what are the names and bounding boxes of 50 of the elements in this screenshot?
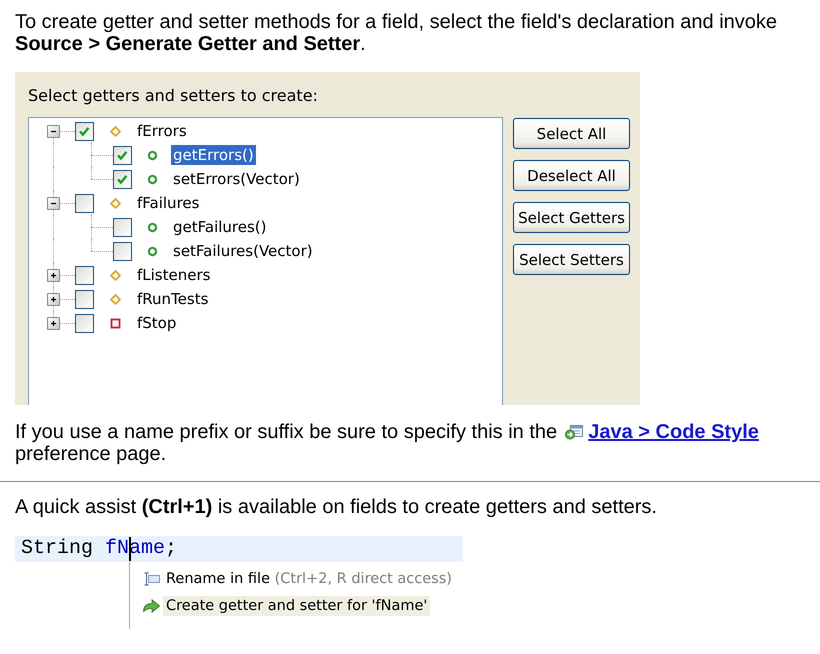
- dialog-button[interactable]: Select Setters: [513, 244, 630, 275]
- note-text: If you use a name prefix or suffix be sure to specify this in the Java > Code Style preference page.: [15, 421, 760, 465]
- dialog-button[interactable]: Deselect All: [513, 160, 630, 191]
- diamond-icon: [110, 126, 121, 136]
- dialog-button[interactable]: Select Getters: [513, 202, 630, 233]
- circle-icon: [147, 222, 158, 232]
- circle-icon: [147, 246, 158, 256]
- diamond-icon: [110, 198, 121, 208]
- checkbox[interactable]: [75, 194, 94, 212]
- tree-item[interactable]: getFailures(): [171, 217, 269, 237]
- tree-item[interactable]: fStop: [135, 313, 178, 333]
- diamond-icon: [110, 294, 121, 304]
- window-icon: [564, 424, 583, 440]
- tree-item[interactable]: setErrors(Vector): [171, 169, 302, 189]
- tree-item[interactable]: fErrors: [135, 121, 189, 141]
- quick-fix-item[interactable]: Rename in file (Ctrl+2, R direct access): [163, 568, 455, 588]
- checkmark-icon: [117, 150, 128, 160]
- checkbox[interactable]: [113, 218, 132, 236]
- expand-icon[interactable]: [47, 292, 60, 306]
- tree-item[interactable]: getErrors(): [171, 145, 256, 165]
- checkmark-icon: [79, 126, 90, 136]
- checkbox[interactable]: [75, 314, 94, 332]
- tree-item[interactable]: fListeners: [135, 265, 212, 285]
- link[interactable]: Java > Code Style: [588, 421, 759, 443]
- tree-item[interactable]: fRunTests: [135, 289, 210, 309]
- checkbox[interactable]: [75, 290, 94, 308]
- checkbox[interactable]: [113, 170, 132, 188]
- collapse-icon[interactable]: [47, 196, 60, 210]
- square-icon: [110, 318, 121, 328]
- circle-icon: [147, 150, 158, 160]
- expand-icon[interactable]: [47, 268, 60, 282]
- dialog-prompt: Select getters and setters to create:: [28, 86, 319, 106]
- rename-icon: [143, 572, 160, 586]
- expand-icon[interactable]: [47, 316, 60, 330]
- quick-fix-item[interactable]: Create getter and setter for 'fName': [163, 596, 430, 616]
- tree-item[interactable]: setFailures(Vector): [171, 241, 315, 261]
- quick-assist-text: A quick assist (Ctrl+1) is available on fields to create getters and setters.: [15, 496, 658, 518]
- code-line: String fName;: [21, 537, 178, 560]
- arrow-icon: [143, 598, 160, 612]
- checkbox[interactable]: [113, 146, 132, 164]
- collapse-icon[interactable]: [47, 124, 60, 138]
- diamond-icon: [110, 270, 121, 280]
- circle-icon: [147, 174, 158, 184]
- tree-item[interactable]: fFailures: [135, 193, 202, 213]
- intro-text: To create getter and setter methods for a field, select the field's declaration and invoke Source > Generate Getter and Setter.: [15, 11, 778, 55]
- dialog-button[interactable]: Select All: [513, 118, 630, 149]
- checkbox[interactable]: [75, 266, 94, 284]
- checkbox[interactable]: [113, 242, 132, 260]
- checkmark-icon: [117, 174, 128, 184]
- checkbox[interactable]: [75, 122, 94, 140]
